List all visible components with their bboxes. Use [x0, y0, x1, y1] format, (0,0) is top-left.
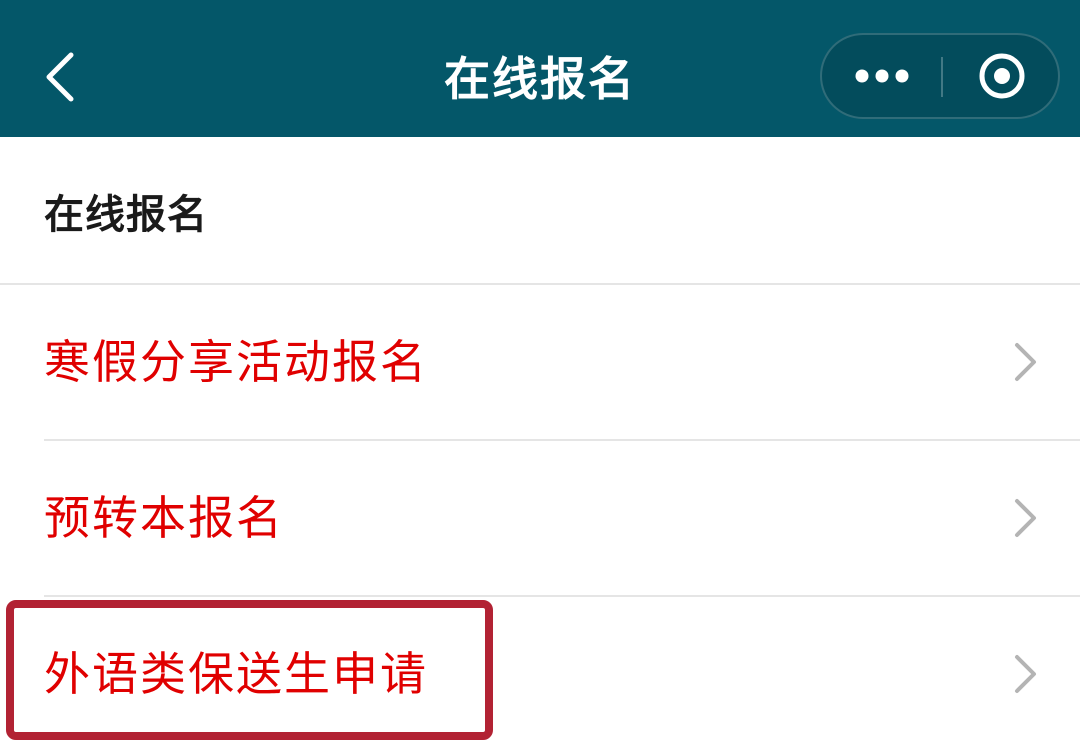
list-item-label: 寒假分享活动报名	[44, 335, 428, 389]
close-button[interactable]	[943, 35, 1060, 117]
chevron-right-icon	[1015, 343, 1036, 381]
list-item[interactable]: 预转本报名	[0, 441, 1080, 595]
more-dots-icon	[855, 69, 909, 83]
top-navigation-bar: 在线报名	[0, 0, 1080, 137]
highlight-annotation-box	[6, 600, 493, 740]
list-item-label: 预转本报名	[44, 491, 284, 545]
mini-program-capsule	[820, 33, 1060, 119]
section-title: 在线报名	[44, 192, 208, 238]
more-button[interactable]	[822, 35, 942, 117]
chevron-right-icon	[1015, 499, 1036, 537]
list-item[interactable]: 寒假分享活动报名	[0, 285, 1080, 439]
target-circle-icon	[979, 53, 1024, 99]
chevron-right-icon	[1015, 655, 1036, 693]
